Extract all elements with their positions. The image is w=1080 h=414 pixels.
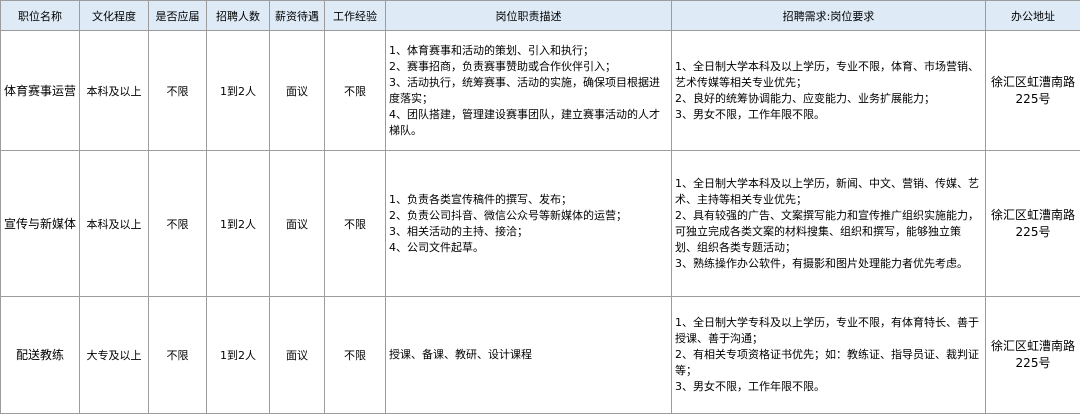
header-row: 职位名称 文化程度 是否应届 招聘人数 薪资待遇 工作经验 岗位职责描述 招聘需… xyxy=(1,1,1080,31)
requirement-line: 2、有相关专项资格证书优先；如：教练证、指导员证、裁判证等； xyxy=(675,347,982,379)
education-cell: 本科及以上 xyxy=(80,151,149,297)
table-header: 职位名称 文化程度 是否应届 招聘人数 薪资待遇 工作经验 岗位职责描述 招聘需… xyxy=(1,1,1080,31)
table-body: 体育赛事运营 本科及以上 不限 1到2人 面议 不限 1、体育赛事和活动的策划、… xyxy=(1,31,1080,414)
duties-cell: 1、负责各类宣传稿件的撰写、发布； 2、负责公司抖音、微信公众号等新媒体的运营；… xyxy=(386,151,672,297)
requirement-line: 3、熟练操作办公软件，有摄影和图片处理能力者优先考虑。 xyxy=(675,256,982,272)
header-duties: 岗位职责描述 xyxy=(386,1,672,31)
headcount-cell: 1到2人 xyxy=(207,151,270,297)
salary-cell: 面议 xyxy=(270,151,325,297)
salary-cell: 面议 xyxy=(270,31,325,151)
duty-line: 3、相关活动的主持、接洽； xyxy=(389,224,668,240)
fresh-grad-cell: 不限 xyxy=(149,297,207,414)
duties-cell: 授课、备课、教研、设计课程 xyxy=(386,297,672,414)
table-row: 宣传与新媒体 本科及以上 不限 1到2人 面议 不限 1、负责各类宣传稿件的撰写… xyxy=(1,151,1080,297)
fresh-grad-cell: 不限 xyxy=(149,31,207,151)
position-title: 配送教练 xyxy=(1,297,80,414)
header-position-name: 职位名称 xyxy=(1,1,80,31)
experience-cell: 不限 xyxy=(325,297,386,414)
headcount-cell: 1到2人 xyxy=(207,297,270,414)
requirement-line: 1、全日制大学本科及以上学历，新闻、中文、营销、传媒、艺术、主持等相关专业优先； xyxy=(675,176,982,208)
address-cell: 徐汇区虹漕南路225号 xyxy=(986,297,1080,414)
duties-cell: 1、体育赛事和活动的策划、引入和执行； 2、赛事招商，负责赛事赞助或合作伙伴引入… xyxy=(386,31,672,151)
requirement-line: 2、具有较强的广告、文案撰写能力和宣传推广组织实施能力，可独立完成各类文案的材料… xyxy=(675,208,982,256)
header-education: 文化程度 xyxy=(80,1,149,31)
duty-line: 3、活动执行，统筹赛事、活动的实施，确保项目根据进度落实； xyxy=(389,75,668,107)
experience-cell: 不限 xyxy=(325,31,386,151)
duty-line: 4、公司文件起草。 xyxy=(389,240,668,256)
requirement-line: 3、男女不限，工作年限不限。 xyxy=(675,107,982,123)
fresh-grad-cell: 不限 xyxy=(149,151,207,297)
requirement-line: 1、全日制大学专科及以上学历，专业不限，有体育特长、善于授课、善于沟通； xyxy=(675,315,982,347)
education-cell: 本科及以上 xyxy=(80,31,149,151)
requirements-cell: 1、全日制大学本科及以上学历，专业不限，体育、市场营销、艺术传媒等相关专业优先；… xyxy=(672,31,986,151)
duty-line: 2、赛事招商，负责赛事赞助或合作伙伴引入； xyxy=(389,59,668,75)
duty-line: 授课、备课、教研、设计课程 xyxy=(389,347,668,363)
header-salary: 薪资待遇 xyxy=(270,1,325,31)
duty-line: 2、负责公司抖音、微信公众号等新媒体的运营； xyxy=(389,208,668,224)
headcount-cell: 1到2人 xyxy=(207,31,270,151)
address-cell: 徐汇区虹漕南路225号 xyxy=(986,151,1080,297)
job-listing-table: 职位名称 文化程度 是否应届 招聘人数 薪资待遇 工作经验 岗位职责描述 招聘需… xyxy=(0,0,1080,414)
duty-line: 4、团队搭建，管理建设赛事团队，建立赛事活动的人才梯队。 xyxy=(389,107,668,139)
address-cell: 徐汇区虹漕南路225号 xyxy=(986,31,1080,151)
header-fresh-grad: 是否应届 xyxy=(149,1,207,31)
table-row: 体育赛事运营 本科及以上 不限 1到2人 面议 不限 1、体育赛事和活动的策划、… xyxy=(1,31,1080,151)
education-cell: 大专及以上 xyxy=(80,297,149,414)
header-address: 办公地址 xyxy=(986,1,1080,31)
requirement-line: 3、男女不限，工作年限不限。 xyxy=(675,379,982,395)
requirements-cell: 1、全日制大学本科及以上学历，新闻、中文、营销、传媒、艺术、主持等相关专业优先；… xyxy=(672,151,986,297)
requirement-line: 1、全日制大学本科及以上学历，专业不限，体育、市场营销、艺术传媒等相关专业优先； xyxy=(675,59,982,91)
requirements-cell: 1、全日制大学专科及以上学历，专业不限，有体育特长、善于授课、善于沟通； 2、有… xyxy=(672,297,986,414)
requirement-line: 2、良好的统筹协调能力、应变能力、业务扩展能力； xyxy=(675,91,982,107)
position-title: 宣传与新媒体 xyxy=(1,151,80,297)
position-title: 体育赛事运营 xyxy=(1,31,80,151)
header-experience: 工作经验 xyxy=(325,1,386,31)
duty-line: 1、负责各类宣传稿件的撰写、发布； xyxy=(389,192,668,208)
experience-cell: 不限 xyxy=(325,151,386,297)
duty-line: 1、体育赛事和活动的策划、引入和执行； xyxy=(389,43,668,59)
salary-cell: 面议 xyxy=(270,297,325,414)
header-requirements: 招聘需求:岗位要求 xyxy=(672,1,986,31)
header-headcount: 招聘人数 xyxy=(207,1,270,31)
table-row: 配送教练 大专及以上 不限 1到2人 面议 不限 授课、备课、教研、设计课程 1… xyxy=(1,297,1080,414)
